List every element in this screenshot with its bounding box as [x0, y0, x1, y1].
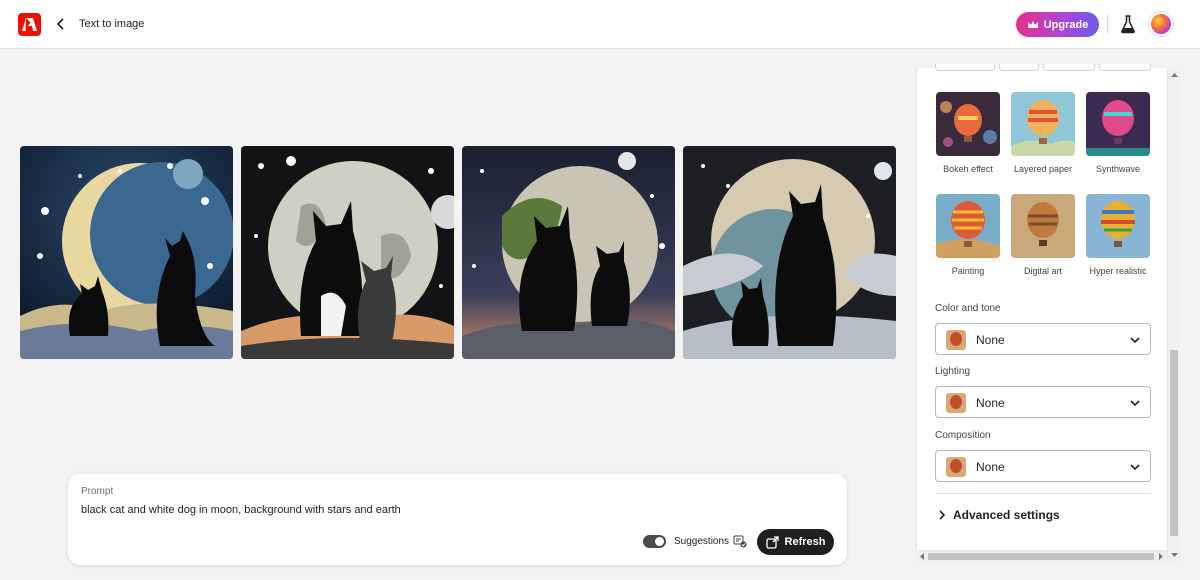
- balloon-thumbnail-icon: [946, 393, 966, 413]
- header-divider: [1107, 14, 1108, 34]
- scrollbar-thumb[interactable]: [928, 553, 1154, 560]
- effect-label: Hyper realistic: [1089, 266, 1147, 276]
- generated-image-1[interactable]: [20, 146, 233, 359]
- prompt-box[interactable]: Prompt black cat and white dog in moon, …: [68, 474, 847, 565]
- lighting-value: None: [976, 396, 1005, 410]
- suggestions-label: Suggestions: [674, 536, 730, 547]
- refresh-button[interactable]: Refresh: [757, 529, 834, 555]
- content-type-chips-stub: [917, 64, 1168, 72]
- chip-stub[interactable]: [935, 64, 995, 71]
- balloon-thumbnail-icon: [946, 457, 966, 477]
- panel-vertical-scrollbar[interactable]: [1167, 68, 1180, 562]
- balloon-bokeh-icon: [936, 92, 1000, 156]
- effect-digital-art[interactable]: Digital art: [1011, 194, 1075, 276]
- scroll-down-arrow-icon[interactable]: [1171, 551, 1178, 558]
- effect-label: Layered paper: [1013, 164, 1073, 174]
- section-divider: [935, 493, 1151, 494]
- chevron-down-icon: [1130, 464, 1140, 471]
- effect-painting[interactable]: Painting: [936, 194, 1000, 276]
- effect-bokeh[interactable]: Bokeh effect: [936, 92, 1000, 174]
- effect-synthwave[interactable]: Synthwave: [1086, 92, 1150, 174]
- scroll-right-arrow-icon[interactable]: [1158, 553, 1164, 560]
- settings-panel: Bokeh effect Layered paper Synthwave Pai…: [916, 64, 1168, 562]
- composition-select[interactable]: None: [935, 450, 1151, 482]
- flask-icon[interactable]: [1119, 14, 1137, 34]
- suggestions-info-icon[interactable]: [733, 535, 747, 548]
- upgrade-button[interactable]: Upgrade: [1016, 12, 1099, 37]
- chevron-down-icon: [1130, 337, 1140, 344]
- top-bar: Text to image Upgrade: [0, 0, 1200, 49]
- scroll-up-arrow-icon[interactable]: [1171, 72, 1178, 79]
- suggestions-toggle[interactable]: [643, 535, 666, 548]
- chip-stub[interactable]: [1043, 64, 1095, 71]
- chip-stub[interactable]: [1099, 64, 1151, 71]
- chip-stub[interactable]: [999, 64, 1039, 71]
- advanced-settings-label: Advanced settings: [953, 508, 1060, 522]
- back-arrow-icon[interactable]: [52, 15, 70, 33]
- lighting-select[interactable]: None: [935, 386, 1151, 418]
- balloon-thumbnail-icon: [946, 330, 966, 350]
- effect-label: Bokeh effect: [943, 164, 993, 174]
- effect-label: Synthwave: [1095, 164, 1141, 174]
- crown-icon: [1027, 20, 1038, 28]
- refresh-icon: [765, 535, 779, 549]
- panel-horizontal-scrollbar[interactable]: [916, 550, 1167, 562]
- balloon-paper-icon: [1011, 92, 1075, 156]
- refresh-label: Refresh: [784, 536, 826, 548]
- balloon-realistic-icon: [1086, 194, 1150, 258]
- chevron-right-icon: [939, 510, 946, 520]
- chevron-down-icon: [1130, 400, 1140, 407]
- page-title: Text to image: [79, 18, 145, 30]
- user-avatar[interactable]: [1149, 12, 1173, 36]
- lighting-label: Lighting: [935, 366, 971, 377]
- composition-value: None: [976, 460, 1005, 474]
- effect-label: Painting: [951, 266, 985, 276]
- generated-image-4[interactable]: [683, 146, 896, 359]
- color-tone-select[interactable]: None: [935, 323, 1151, 355]
- toggle-knob: [655, 537, 664, 546]
- color-tone-value: None: [976, 333, 1005, 347]
- effect-hyper-realistic[interactable]: Hyper realistic: [1086, 194, 1150, 276]
- effect-label: Digital art: [1023, 266, 1062, 276]
- scrollbar-thumb[interactable]: [1170, 350, 1178, 536]
- upgrade-label: Upgrade: [1043, 18, 1089, 31]
- prompt-label: Prompt: [81, 486, 114, 497]
- adobe-logo-icon[interactable]: [18, 13, 41, 36]
- advanced-settings-toggle[interactable]: Advanced settings: [935, 506, 1151, 526]
- balloon-synthwave-icon: [1086, 92, 1150, 156]
- balloon-painting-icon: [936, 194, 1000, 258]
- generated-image-2[interactable]: [241, 146, 454, 359]
- prompt-input[interactable]: black cat and white dog in moon, backgro…: [81, 504, 401, 516]
- composition-label: Composition: [935, 430, 991, 441]
- effect-layered-paper[interactable]: Layered paper: [1011, 92, 1075, 174]
- generated-image-3[interactable]: [462, 146, 675, 359]
- scroll-left-arrow-icon[interactable]: [919, 553, 925, 560]
- color-tone-label: Color and tone: [935, 303, 1001, 314]
- balloon-digital-icon: [1011, 194, 1075, 258]
